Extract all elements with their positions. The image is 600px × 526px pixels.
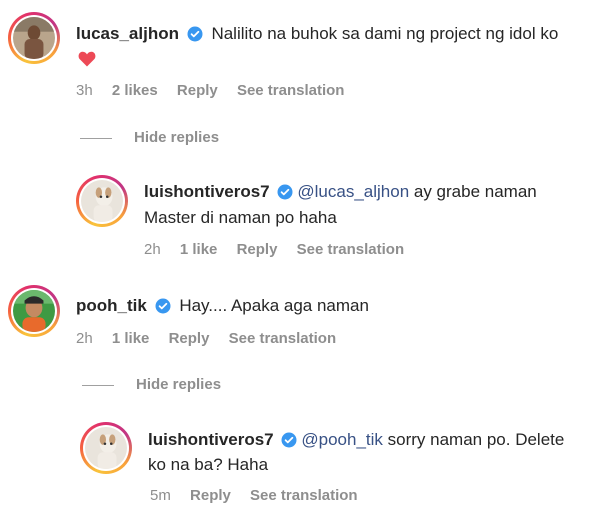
comment-meta: 3h 2 likes Reply See translation [76,81,359,101]
verified-badge-icon [277,184,293,200]
username[interactable]: luishontiveros7 [148,430,274,449]
comment-meta: 2h 1 like Reply See translation [76,329,351,349]
comment-text: Nalilito na buhok sa dami ng project ng … [211,24,559,43]
reply-button[interactable]: Reply [169,330,210,347]
verified-badge-icon [187,26,203,42]
hide-replies-label: Hide replies [134,129,220,146]
reply-line: luishontiveros7 @pooh_tik sorry naman po… [148,428,564,452]
mention-link[interactable]: @pooh_tik [301,430,383,449]
divider [82,384,114,386]
see-translation-button[interactable]: See translation [250,487,358,504]
timestamp: 2h [144,241,161,258]
avatar[interactable] [76,175,128,227]
reply-text-continued: ko na ba? Haha [148,455,269,474]
avatar[interactable] [80,422,132,474]
reply-button[interactable]: Reply [177,82,218,99]
timestamp: 3h [76,82,93,99]
reply-text-continued: Master di naman po haha [144,208,337,227]
hide-replies-label: Hide replies [136,376,222,393]
avatar[interactable] [8,285,60,337]
timestamp: 5m [150,487,171,504]
username[interactable]: pooh_tik [76,296,147,315]
see-translation-button[interactable]: See translation [229,330,337,347]
likes-count[interactable]: 2 likes [112,82,158,99]
username[interactable]: luishontiveros7 [144,182,270,201]
avatar[interactable] [8,12,60,64]
likes-count[interactable]: 1 like [180,241,218,258]
comment-text: Hay.... Apaka aga naman [179,296,369,315]
reply-text: ay grabe naman [409,182,537,201]
verified-badge-icon [281,432,297,448]
username[interactable]: lucas_aljhon [76,24,179,43]
reply-line: luishontiveros7 @lucas_aljhon ay grabe n… [144,180,537,204]
reply-text: sorry naman po. Delete [382,430,565,449]
hide-replies-button[interactable]: Hide replies [82,375,221,395]
comment-line: pooh_tik Hay.... Apaka aga naman [76,294,369,318]
comment-line: lucas_aljhon Nalilito na buhok sa dami n… [76,22,558,46]
timestamp: 2h [76,330,93,347]
heart-emoji-icon [78,51,96,67]
divider [80,137,112,139]
reply-button[interactable]: Reply [237,241,278,258]
reply-meta: 5m Reply See translation [150,486,373,506]
see-translation-button[interactable]: See translation [237,82,345,99]
verified-badge-icon [155,298,171,314]
likes-count[interactable]: 1 like [112,330,150,347]
hide-replies-button[interactable]: Hide replies [80,128,219,148]
mention-link[interactable]: @lucas_aljhon [297,182,409,201]
see-translation-button[interactable]: See translation [297,241,405,258]
reply-button[interactable]: Reply [190,487,231,504]
reply-meta: 2h 1 like Reply See translation [144,240,419,260]
